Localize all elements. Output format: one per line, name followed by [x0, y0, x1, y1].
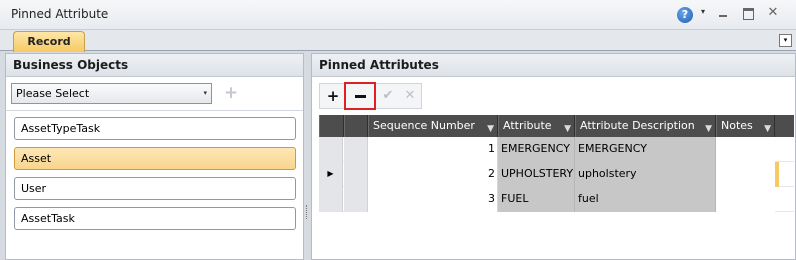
row-indicator[interactable]	[319, 187, 343, 212]
row-selection-marker	[775, 162, 779, 187]
cancel-changes-button[interactable]: ✕	[399, 86, 421, 106]
help-menu-caret-icon[interactable]: ▾	[701, 7, 705, 16]
maximize-icon[interactable]	[741, 6, 755, 20]
title-bar: Pinned Attribute ? ▾ ✕	[0, 0, 796, 30]
cell-attribute-description[interactable]: fuel	[575, 187, 716, 212]
pinned-attributes-panel: Pinned Attributes + ✔ ✕ Sequence Number …	[311, 53, 796, 260]
cell-notes[interactable]	[716, 187, 775, 212]
table-row[interactable]: ▶ 2 UPHOLSTERY upholstery	[319, 162, 794, 187]
cell-notes[interactable]	[716, 162, 775, 187]
cell-attribute[interactable]: FUEL	[498, 187, 575, 212]
chevron-down-icon: ▾	[203, 89, 207, 97]
tab-strip: Record	[0, 30, 796, 52]
row-blank-cell	[344, 162, 368, 187]
cell-attribute-description[interactable]: EMERGENCY	[575, 137, 716, 162]
accept-changes-button[interactable]: ✔	[377, 86, 399, 106]
splitter-grip-icon	[306, 205, 308, 219]
list-item-user[interactable]: User	[14, 177, 296, 200]
list-item-assettask[interactable]: AssetTask	[14, 207, 296, 230]
remove-row-button[interactable]	[344, 82, 376, 110]
cell-sequence-number[interactable]: 1	[368, 137, 498, 162]
minimize-icon[interactable]	[716, 6, 730, 20]
business-objects-panel: Business Objects Please Select ▾ + Asset…	[5, 53, 304, 260]
help-icon[interactable]: ?	[677, 7, 693, 23]
row-blank-cell	[344, 137, 368, 162]
column-header-sequence-number[interactable]: Sequence Number ▼	[368, 115, 498, 137]
column-header-attribute-description[interactable]: Attribute Description ▼	[575, 115, 716, 137]
add-row-button[interactable]: +	[322, 86, 344, 106]
close-icon[interactable]: ✕	[766, 6, 780, 20]
tab-menu-chevron-down-icon[interactable]: ▾	[779, 34, 792, 47]
column-header-attribute[interactable]: Attribute ▼	[498, 115, 575, 137]
panel-splitter[interactable]	[305, 53, 310, 260]
table-row[interactable]: 3 FUEL fuel	[319, 187, 794, 212]
row-blank-cell	[344, 187, 368, 212]
pinned-attributes-title: Pinned Attributes	[312, 54, 795, 77]
column-header-notes[interactable]: Notes ▼	[716, 115, 775, 137]
table-row[interactable]: 1 EMERGENCY EMERGENCY	[319, 137, 794, 162]
cell-attribute[interactable]: UPHOLSTERY	[498, 162, 575, 187]
current-row-arrow-icon[interactable]: ▶	[319, 162, 343, 187]
cell-sequence-number[interactable]: 2	[368, 162, 498, 187]
grid-toolbar: + ✔ ✕	[319, 82, 422, 110]
list-item-assettypetask[interactable]: AssetTypeTask	[14, 117, 296, 140]
list-item-asset[interactable]: Asset	[14, 147, 296, 170]
business-object-select[interactable]: Please Select ▾	[11, 83, 212, 104]
tab-record[interactable]: Record	[13, 31, 85, 52]
business-objects-title: Business Objects	[6, 54, 303, 77]
cell-attribute-description[interactable]: upholstery	[575, 162, 716, 187]
grid-header-indicator	[319, 115, 344, 137]
grid-header-blank	[344, 115, 368, 137]
business-object-list: AssetTypeTask Asset User AssetTask	[6, 110, 303, 259]
cell-sequence-number[interactable]: 3	[368, 187, 498, 212]
grid-header: Sequence Number ▼ Attribute ▼ Attribute …	[319, 115, 794, 137]
window-title: Pinned Attribute	[11, 7, 109, 21]
pinned-attributes-grid: Sequence Number ▼ Attribute ▼ Attribute …	[319, 115, 794, 259]
row-indicator[interactable]	[319, 137, 343, 162]
business-object-select-value: Please Select	[16, 87, 90, 100]
add-business-object-button[interactable]: +	[221, 84, 241, 104]
cell-notes[interactable]	[716, 137, 775, 162]
cell-attribute[interactable]: EMERGENCY	[498, 137, 575, 162]
